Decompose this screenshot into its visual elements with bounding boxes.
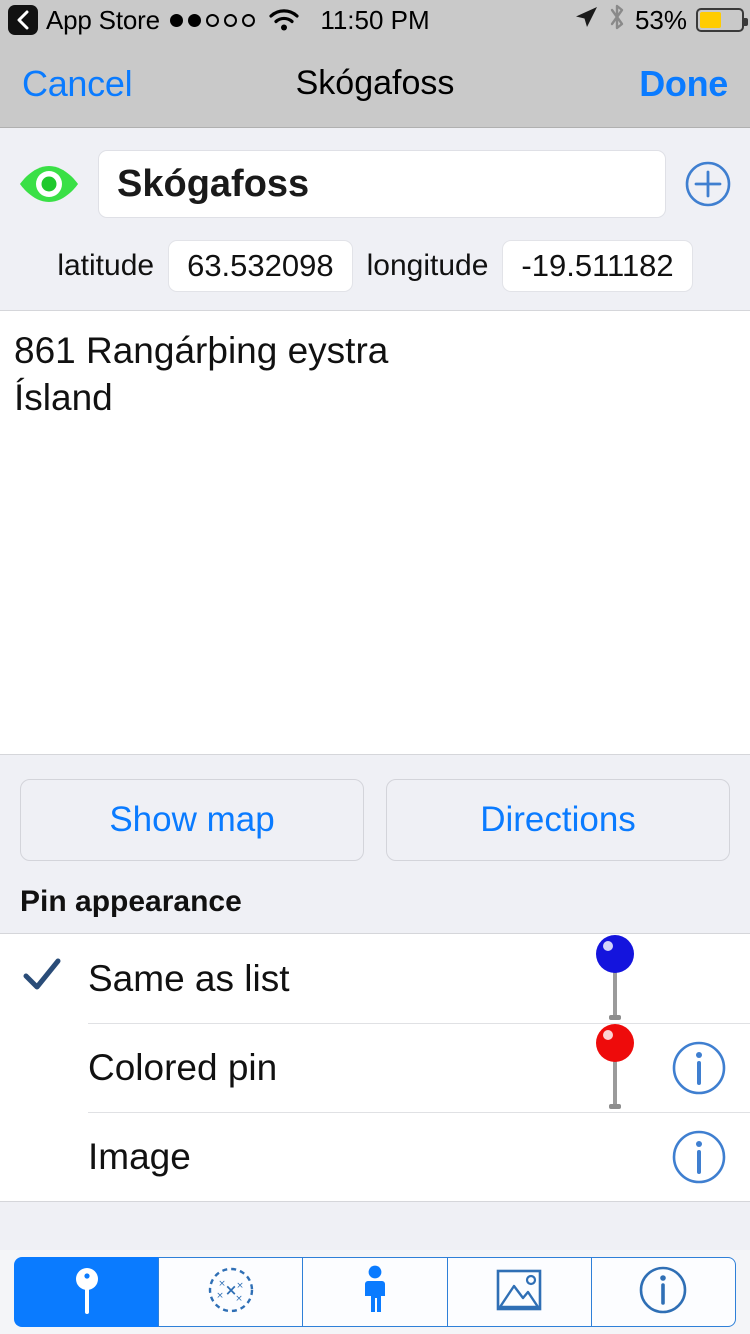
pin-appearance-list: Same as list Colored pin Image: [0, 933, 750, 1201]
battery-percent-label: 53%: [634, 4, 687, 35]
scatter-points-icon: × × × × ×: [205, 1264, 257, 1321]
signal-strength-dots: [169, 13, 255, 27]
location-arrow-icon: [573, 4, 599, 37]
bottom-tab-bar: × × × × ×: [0, 1250, 750, 1334]
map-pin-icon: [67, 1264, 107, 1321]
checkmark-icon: [22, 955, 88, 1003]
pin-option-label: Colored pin: [88, 1046, 278, 1088]
directions-button[interactable]: Directions: [386, 779, 730, 861]
show-map-button[interactable]: Show map: [20, 779, 364, 861]
info-circle-icon[interactable]: [670, 1128, 728, 1186]
navigation-bar: Cancel Skógafoss Done: [0, 40, 750, 128]
pin-appearance-section-title: Pin appearance: [0, 861, 750, 933]
address-line-2: Ísland: [14, 377, 113, 419]
plus-circle-icon[interactable]: [684, 160, 732, 208]
latitude-label: latitude: [57, 249, 155, 282]
status-bar-left: App Store: [0, 5, 299, 36]
info-circle-icon: [637, 1264, 689, 1321]
svg-text:×: ×: [218, 1279, 226, 1289]
svg-text:×: ×: [236, 1281, 244, 1291]
bluetooth-icon: [608, 3, 626, 38]
pin-option-image[interactable]: Image: [0, 1112, 750, 1201]
eye-icon[interactable]: [18, 162, 80, 206]
back-app-label[interactable]: App Store: [46, 5, 160, 36]
tab-person[interactable]: [302, 1257, 447, 1327]
chevron-left-icon: [15, 10, 31, 30]
pin-option-same-as-list[interactable]: Same as list: [0, 934, 750, 1023]
wifi-icon: [269, 8, 299, 32]
pin-option-label: Same as list: [88, 957, 290, 999]
pin-option-label: Image: [88, 1135, 191, 1177]
svg-text:×: ×: [216, 1291, 224, 1301]
app-screen: App Store 11:50 PM 53% Cancel Skógafoss …: [0, 0, 750, 1334]
tab-pin[interactable]: [14, 1257, 159, 1327]
name-row: Skógafoss: [0, 150, 750, 218]
tab-info[interactable]: [590, 1257, 737, 1327]
status-bar-right: 53%: [573, 3, 750, 38]
address-text-area[interactable]: 861 Rangárþing eystra Ísland: [0, 310, 750, 754]
coordinates-row: latitude 63.532098 longitude -19.511182: [0, 240, 750, 292]
pin-option-colored-pin[interactable]: Colored pin: [0, 1023, 750, 1112]
tab-photo[interactable]: [446, 1257, 591, 1327]
latitude-input[interactable]: 63.532098: [168, 240, 353, 292]
map-pin-icon: [580, 1021, 650, 1116]
svg-text:×: ×: [235, 1294, 243, 1304]
name-input[interactable]: Skógafoss: [98, 150, 666, 218]
map-pin-icon: [580, 932, 650, 1027]
status-bar: App Store 11:50 PM 53%: [0, 0, 750, 40]
back-to-app-button[interactable]: [8, 5, 38, 35]
done-button[interactable]: Done: [639, 63, 728, 105]
tab-scatter-points[interactable]: × × × × ×: [158, 1257, 303, 1327]
address-line-1: 861 Rangárþing eystra: [14, 330, 389, 371]
info-circle-icon[interactable]: [670, 1039, 728, 1097]
battery-icon: [696, 8, 748, 32]
action-buttons-row: Show map Directions: [0, 754, 750, 861]
cancel-button[interactable]: Cancel: [22, 63, 133, 105]
detail-header-panel: Skógafoss latitude 63.532098 longitude -…: [0, 128, 750, 310]
longitude-input[interactable]: -19.511182: [502, 240, 693, 292]
person-icon: [358, 1264, 392, 1321]
photo-icon: [492, 1266, 546, 1319]
longitude-label: longitude: [366, 249, 489, 282]
